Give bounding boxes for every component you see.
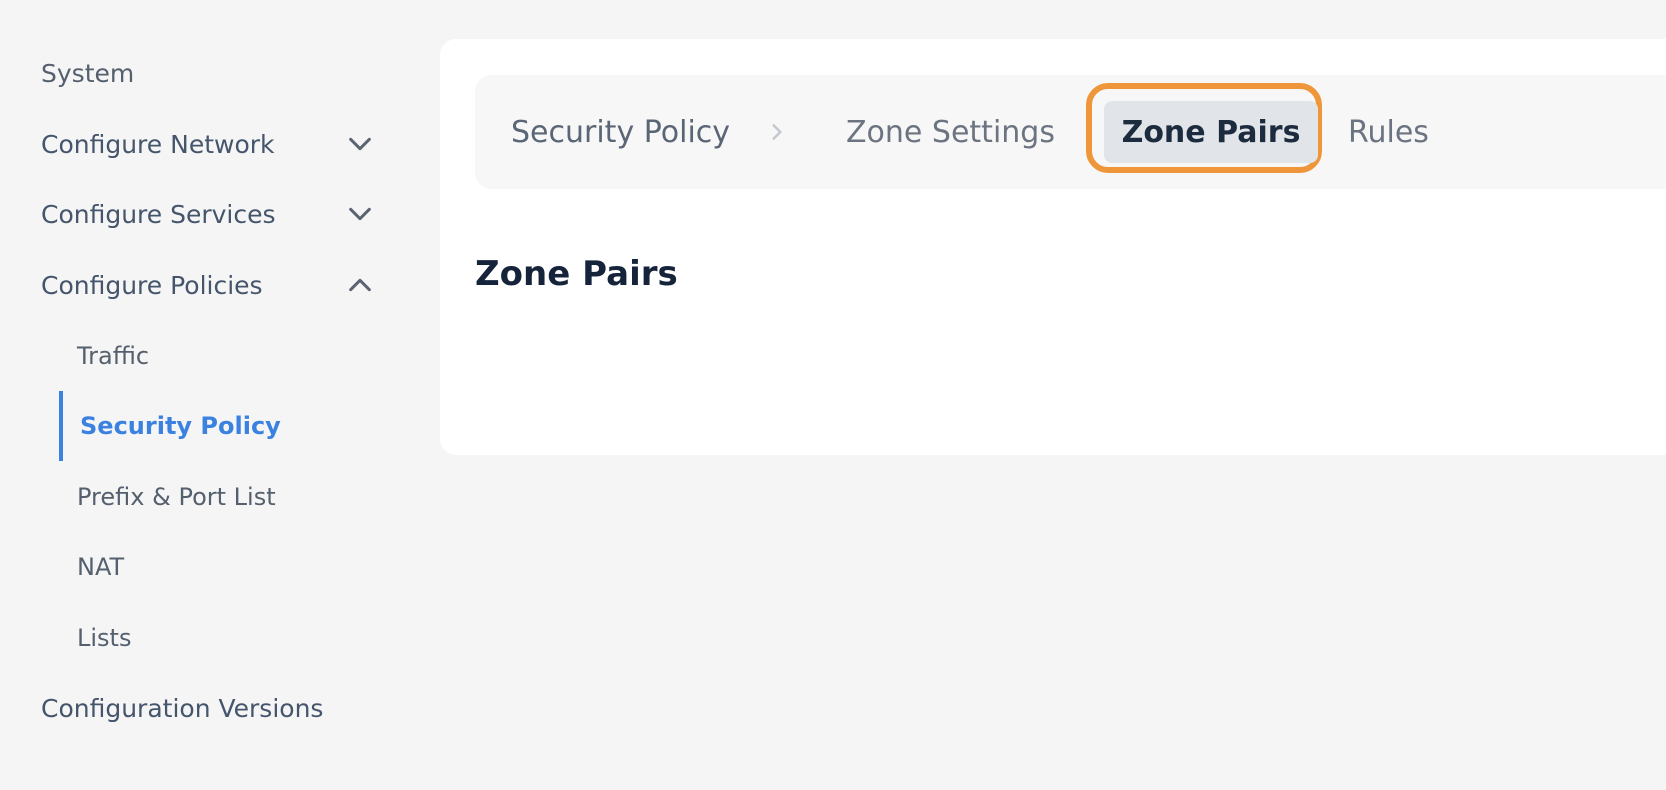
tab-bar: Security Policy Zone Settings Zone Pairs… xyxy=(475,75,1666,189)
sidebar-item-configure-policies[interactable]: Configure Policies xyxy=(41,261,381,309)
sidebar-item-prefix-port-list[interactable]: Prefix & Port List xyxy=(59,462,359,532)
sidebar-item-label: NAT xyxy=(77,553,125,581)
sidebar-item-nat[interactable]: NAT xyxy=(59,532,359,602)
sidebar-item-system[interactable]: System xyxy=(41,49,381,97)
tab-rules[interactable]: Rules xyxy=(1348,75,1429,189)
chevron-down-icon xyxy=(345,129,375,159)
tab-zone-pairs[interactable]: Zone Pairs xyxy=(1104,101,1318,163)
sidebar-item-security-policy[interactable]: Security Policy xyxy=(59,391,359,461)
sidebar-item-configure-services[interactable]: Configure Services xyxy=(41,190,381,238)
page-title: Zone Pairs xyxy=(475,254,678,294)
sidebar-item-label: Lists xyxy=(77,624,132,652)
sidebar-item-label: System xyxy=(41,58,135,88)
sidebar-item-label: Configure Services xyxy=(41,199,276,229)
sidebar-item-label: Configure Network xyxy=(41,129,275,159)
sidebar-item-configure-network[interactable]: Configure Network xyxy=(41,120,381,168)
sidebar-item-label: Security Policy xyxy=(80,412,281,440)
sidebar-item-label: Prefix & Port List xyxy=(77,483,276,511)
breadcrumb-label: Security Policy xyxy=(511,114,731,150)
page: System Configure Network Configure Servi… xyxy=(0,0,1666,790)
chevron-up-icon xyxy=(345,270,375,300)
chevron-right-icon xyxy=(767,75,787,189)
sidebar: System Configure Network Configure Servi… xyxy=(0,0,420,790)
sidebar-item-configuration-versions[interactable]: Configuration Versions xyxy=(41,684,381,732)
sidebar-item-traffic[interactable]: Traffic xyxy=(59,321,359,391)
breadcrumb[interactable]: Security Policy xyxy=(511,75,730,189)
chevron-down-icon xyxy=(345,199,375,229)
sidebar-item-lists[interactable]: Lists xyxy=(59,603,359,673)
sidebar-item-label: Configure Policies xyxy=(41,270,263,300)
content-card: Security Policy Zone Settings Zone Pairs… xyxy=(440,39,1666,455)
tab-label: Rules xyxy=(1348,114,1429,150)
tab-zone-settings[interactable]: Zone Settings xyxy=(846,75,1055,189)
tab-label: Zone Settings xyxy=(846,114,1055,150)
tab-label: Zone Pairs xyxy=(1121,114,1301,150)
sidebar-item-label: Traffic xyxy=(77,342,150,370)
sidebar-item-label: Configuration Versions xyxy=(41,693,324,723)
